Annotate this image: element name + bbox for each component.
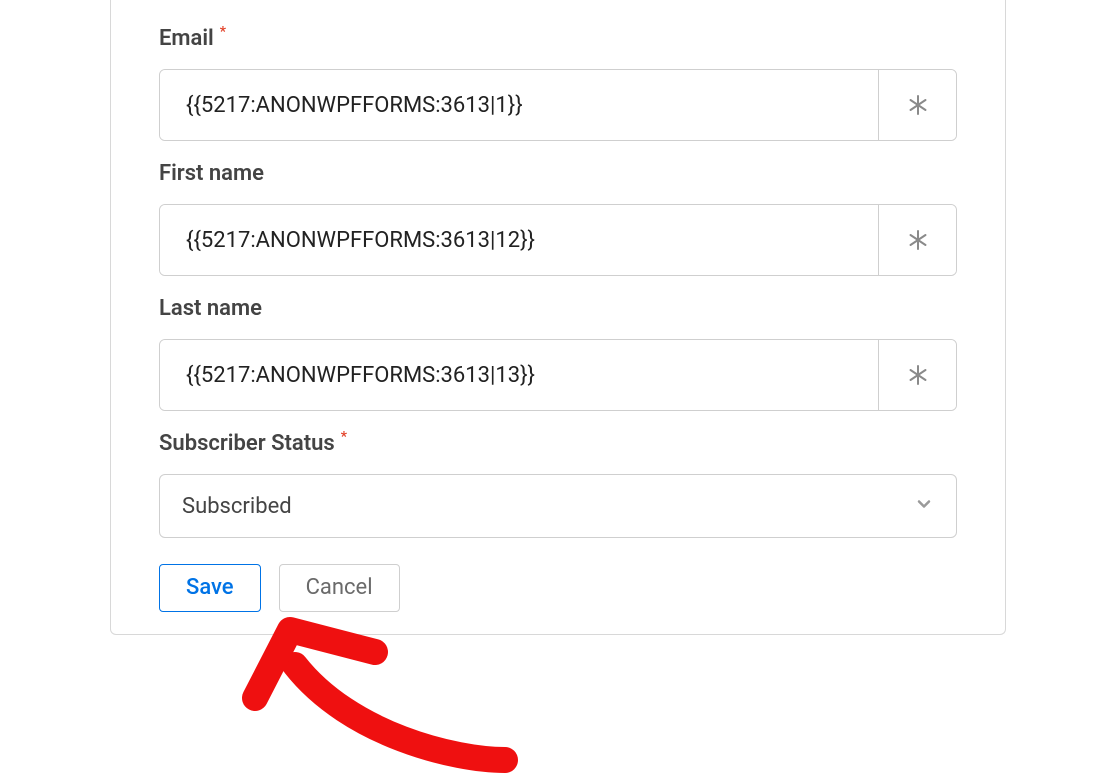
last-name-token-button[interactable]: [878, 340, 956, 410]
subscriber-status-value: Subscribed: [182, 494, 292, 519]
form-panel: Email * First name: [110, 0, 1006, 635]
last-name-field-block: Last name: [159, 296, 957, 411]
cancel-button[interactable]: Cancel: [279, 564, 400, 612]
first-name-input-row: [159, 204, 957, 276]
subscriber-status-select[interactable]: Subscribed: [159, 474, 957, 538]
email-label: Email *: [159, 26, 957, 51]
last-name-label-text: Last name: [159, 296, 262, 321]
email-token-button[interactable]: [878, 70, 956, 140]
asterisk-icon: [906, 93, 930, 117]
chevron-down-icon: [914, 494, 934, 518]
first-name-label-text: First name: [159, 161, 264, 186]
first-name-token-button[interactable]: [878, 205, 956, 275]
form-actions: Save Cancel: [159, 564, 957, 612]
first-name-label: First name: [159, 161, 957, 186]
email-input-row: [159, 69, 957, 141]
last-name-label: Last name: [159, 296, 957, 321]
subscriber-status-label-text: Subscriber Status: [159, 431, 335, 456]
last-name-input[interactable]: [160, 340, 878, 410]
required-indicator: *: [341, 429, 347, 445]
last-name-input-row: [159, 339, 957, 411]
save-button[interactable]: Save: [159, 564, 261, 612]
email-field-block: Email *: [159, 0, 957, 141]
subscriber-status-field-block: Subscriber Status * Subscribed: [159, 431, 957, 538]
first-name-field-block: First name: [159, 161, 957, 276]
asterisk-icon: [906, 228, 930, 252]
email-input[interactable]: [160, 70, 878, 140]
email-label-text: Email: [159, 26, 214, 51]
required-indicator: *: [220, 24, 226, 40]
first-name-input[interactable]: [160, 205, 878, 275]
asterisk-icon: [906, 363, 930, 387]
subscriber-status-label: Subscriber Status *: [159, 431, 957, 456]
